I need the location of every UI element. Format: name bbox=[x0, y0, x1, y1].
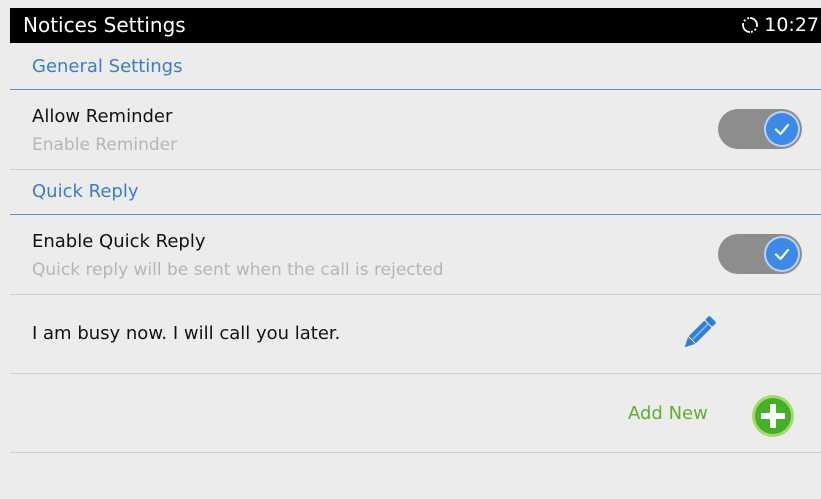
plus-circle-icon[interactable] bbox=[750, 393, 796, 439]
allow-reminder-row[interactable]: Allow Reminder Enable Reminder bbox=[10, 90, 821, 170]
add-new-row[interactable]: Add New bbox=[10, 374, 821, 453]
allow-reminder-toggle[interactable] bbox=[718, 109, 802, 149]
status-indicators: 10:27 bbox=[741, 14, 819, 36]
screen-title: Notices Settings bbox=[23, 13, 186, 37]
status-bar: Notices Settings 10:27 bbox=[10, 8, 821, 43]
enable-quick-reply-toggle[interactable] bbox=[718, 234, 802, 274]
quick-reply-message-row[interactable]: I am busy now. I will call you later. bbox=[10, 295, 821, 374]
sync-icon bbox=[741, 16, 759, 34]
add-new-label[interactable]: Add New bbox=[628, 403, 708, 424]
section-header-quick-reply: Quick Reply bbox=[10, 170, 821, 215]
section-title-general: General Settings bbox=[32, 56, 183, 77]
clock-time: 10:27 bbox=[764, 14, 819, 36]
enable-quick-reply-subtitle: Quick reply will be sent when the call i… bbox=[32, 260, 444, 280]
allow-reminder-title: Allow Reminder bbox=[32, 106, 173, 127]
quick-reply-message-text: I am busy now. I will call you later. bbox=[32, 323, 341, 344]
checkmark-icon bbox=[766, 238, 798, 270]
section-header-general: General Settings bbox=[10, 43, 821, 90]
settings-content: General Settings Allow Reminder Enable R… bbox=[10, 43, 821, 499]
allow-reminder-subtitle: Enable Reminder bbox=[32, 135, 178, 155]
pencil-icon[interactable] bbox=[675, 311, 721, 357]
enable-quick-reply-title: Enable Quick Reply bbox=[32, 231, 206, 252]
checkmark-icon bbox=[766, 113, 798, 145]
section-title-quick-reply: Quick Reply bbox=[32, 181, 139, 202]
enable-quick-reply-row[interactable]: Enable Quick Reply Quick reply will be s… bbox=[10, 215, 821, 295]
